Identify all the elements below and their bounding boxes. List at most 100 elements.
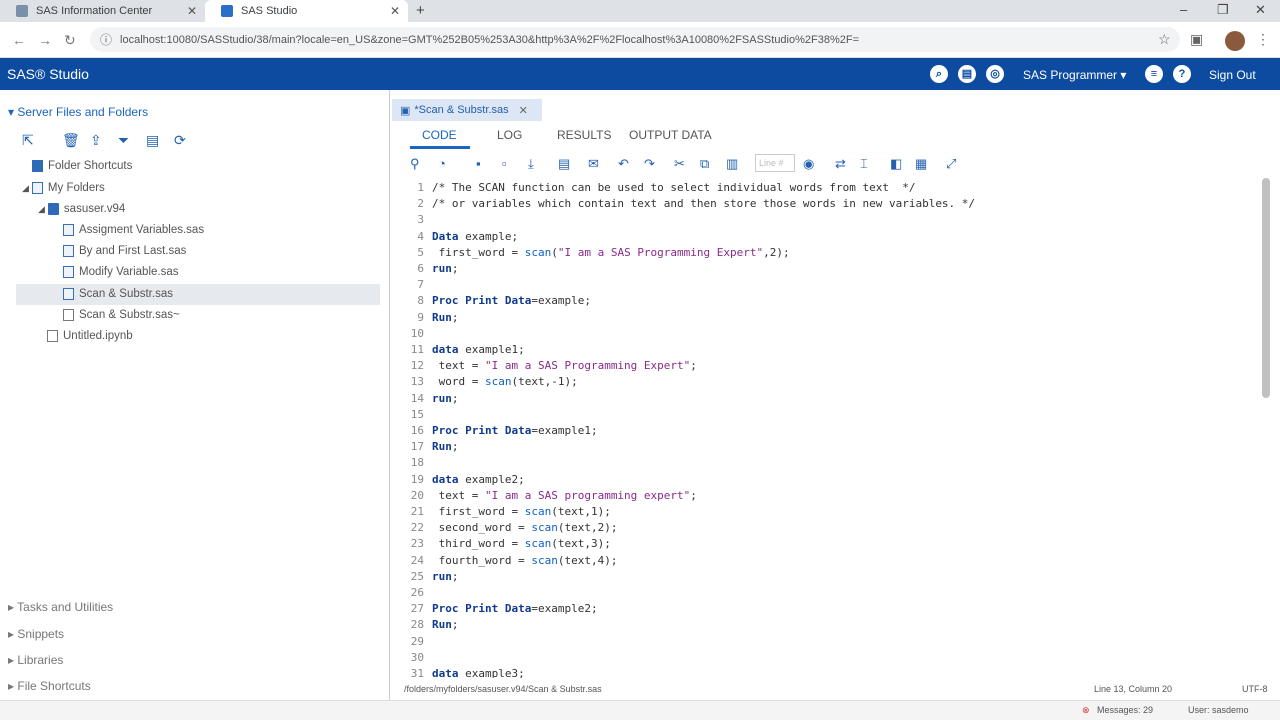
sign-out-link[interactable]: Sign Out [1209, 68, 1256, 82]
tab-output-data[interactable]: OUTPUT DATA [629, 128, 712, 142]
section-libraries[interactable]: ▸ Libraries [8, 653, 63, 667]
undo-icon[interactable]: ↶ [618, 156, 629, 172]
options-icon[interactable]: ▦ [915, 156, 927, 172]
code-line[interactable]: 12 text = "I am a SAS Programming Expert… [392, 358, 1262, 374]
code-line[interactable]: 27 Proc Print Data=example2; [392, 601, 1262, 617]
refresh-icon[interactable]: ⟳ [174, 132, 186, 149]
code-editor[interactable]: 1 /* The SCAN function can be used to sel… [392, 178, 1262, 678]
code-line[interactable]: 17 Run; [392, 439, 1262, 455]
perspective-menu[interactable]: SAS Programmer ▾ [1023, 68, 1126, 82]
messages-count[interactable]: Messages: 29 [1097, 705, 1153, 715]
code-line[interactable]: 19 data example2; [392, 472, 1262, 488]
browser-tab-sas-studio[interactable]: SAS Studio ✕ [205, 0, 408, 22]
maximize-view-icon[interactable]: ⤢ [946, 156, 956, 172]
code-line[interactable]: 15 [392, 407, 1262, 423]
tree-file-assignment[interactable]: Assigment Variables.sas [63, 224, 204, 236]
code-line[interactable]: 23 third_word = scan(text,3); [392, 536, 1262, 552]
section-file-shortcuts[interactable]: ▸ File Shortcuts [8, 679, 91, 693]
code-line[interactable]: 1 /* The SCAN function can be used to sel… [392, 180, 1262, 196]
new-tab-icon[interactable]: + [416, 2, 425, 19]
code-line[interactable]: 4 Data example; [392, 229, 1262, 245]
download-icon[interactable]: ⤓ [528, 156, 534, 172]
code-line[interactable]: 21 first_word = scan(text,1); [392, 504, 1262, 520]
code-line[interactable]: 3 [392, 212, 1262, 228]
close-tab-icon[interactable]: ✕ [519, 104, 528, 117]
code-line[interactable]: 13 word = scan(text,-1); [392, 374, 1262, 390]
code-line[interactable]: 2 /* or variables which contain text and … [392, 196, 1262, 212]
redo-icon[interactable]: ↷ [644, 156, 655, 172]
history-icon[interactable]: ◔ [438, 156, 446, 171]
export-icon[interactable]: ▤ [558, 156, 570, 172]
code-line[interactable]: 11 data example1; [392, 342, 1262, 358]
format-icon[interactable]: ⇄ [835, 156, 846, 172]
code-line[interactable]: 30 [392, 650, 1262, 666]
code-line[interactable]: 5 first_word = scan("I am a SAS Programm… [392, 245, 1262, 261]
tab-results[interactable]: RESULTS [557, 128, 611, 142]
code-line[interactable]: 18 [392, 455, 1262, 471]
delete-icon[interactable]: 🗑 [62, 132, 80, 149]
snippet-icon[interactable]: ⌶ [860, 156, 868, 172]
profile-avatar[interactable] [1225, 31, 1245, 51]
search-icon[interactable]: ⌕ [930, 65, 948, 83]
back-icon[interactable]: ← [12, 32, 26, 48]
browser-menu-icon[interactable]: ⋮ [1256, 31, 1270, 48]
tree-my-folders[interactable]: ◢ My Folders [22, 182, 105, 194]
save-icon[interactable]: ▪ [476, 156, 481, 171]
extension-icon[interactable]: ▣ [1190, 31, 1203, 48]
close-tab-icon[interactable]: ✕ [390, 4, 400, 18]
tree-file-scan-substr-backup[interactable]: Scan & Substr.sas~ [63, 309, 180, 321]
forward-icon[interactable]: → [38, 32, 52, 48]
tree-sasuser[interactable]: ◢ sasuser.v94 [38, 203, 125, 215]
tree-file-scan-substr[interactable]: Scan & Substr.sas [63, 288, 173, 300]
code-line[interactable]: 8 Proc Print Data=example; [392, 293, 1262, 309]
globe-icon[interactable]: ◎ [986, 65, 1004, 83]
menu-icon[interactable]: ≡ [1145, 65, 1163, 83]
code-line[interactable]: 22 second_word = scan(text,2); [392, 520, 1262, 536]
tree-file-modify-variable[interactable]: Modify Variable.sas [63, 266, 179, 278]
cut-icon[interactable]: ✂ [674, 156, 685, 172]
code-line[interactable]: 24 fourth_word = scan(text,4); [392, 553, 1262, 569]
save-as-icon[interactable]: ▫ [502, 156, 507, 171]
code-line[interactable]: 25 run; [392, 569, 1262, 585]
code-line[interactable]: 26 [392, 585, 1262, 601]
maximize-icon[interactable]: ❐ [1217, 2, 1229, 18]
tree-folder-shortcuts[interactable]: Folder Shortcuts [32, 160, 132, 172]
bookmark-star-icon[interactable]: ☆ [1158, 31, 1171, 48]
code-line[interactable]: 20 text = "I am a SAS programming expert… [392, 488, 1262, 504]
editor-tab-scan-substr[interactable]: ▣ *Scan & Substr.sas ✕ [392, 99, 542, 121]
code-line[interactable]: 10 [392, 326, 1262, 342]
email-icon[interactable]: ✉ [588, 156, 599, 172]
goto-icon[interactable]: ◉ [803, 156, 814, 172]
upload-icon[interactable]: ⇪ [90, 132, 102, 149]
print-icon[interactable]: ▤ [958, 65, 976, 83]
close-tab-icon[interactable]: ✕ [187, 4, 197, 18]
code-line[interactable]: 14 run; [392, 391, 1262, 407]
help-icon[interactable]: ? [1173, 65, 1191, 83]
paste-icon[interactable]: ▥ [726, 156, 738, 172]
browser-tab-sas-info[interactable]: SAS Information Center ✕ [0, 0, 205, 22]
code-line[interactable]: 9 Run; [392, 310, 1262, 326]
run-icon[interactable]: ⚲ [410, 156, 420, 172]
tab-code[interactable]: CODE [422, 128, 457, 142]
code-line[interactable]: 7 [392, 277, 1262, 293]
new-item-icon[interactable]: ⇱ [22, 132, 34, 149]
site-info-icon[interactable]: ⓘ [100, 31, 112, 48]
section-tasks[interactable]: ▸ Tasks and Utilities [8, 600, 113, 614]
code-line[interactable]: 28 Run; [392, 617, 1262, 633]
window-close-icon[interactable]: ✕ [1255, 2, 1266, 18]
minimize-icon[interactable]: – [1180, 2, 1187, 17]
reload-icon[interactable]: ↻ [64, 32, 76, 49]
editor-scrollbar[interactable] [1262, 178, 1270, 398]
tree-file-untitled[interactable]: Untitled.ipynb [47, 330, 133, 342]
code-line[interactable]: 16 Proc Print Data=example1; [392, 423, 1262, 439]
filter-icon[interactable]: ⏷ [118, 132, 129, 149]
line-number-input[interactable]: Line # [755, 154, 795, 172]
tree-file-by-first-last[interactable]: By and First Last.sas [63, 245, 186, 257]
copy-icon[interactable]: ⧉ [700, 156, 709, 172]
tab-log[interactable]: LOG [497, 128, 522, 142]
code-line[interactable]: 6 run; [392, 261, 1262, 277]
server-files-section[interactable]: ▾ Server Files and Folders [8, 105, 148, 119]
split-icon[interactable]: ◧ [890, 156, 902, 172]
code-line[interactable]: 31 data example3; [392, 666, 1262, 678]
section-snippets[interactable]: ▸ Snippets [8, 627, 64, 641]
